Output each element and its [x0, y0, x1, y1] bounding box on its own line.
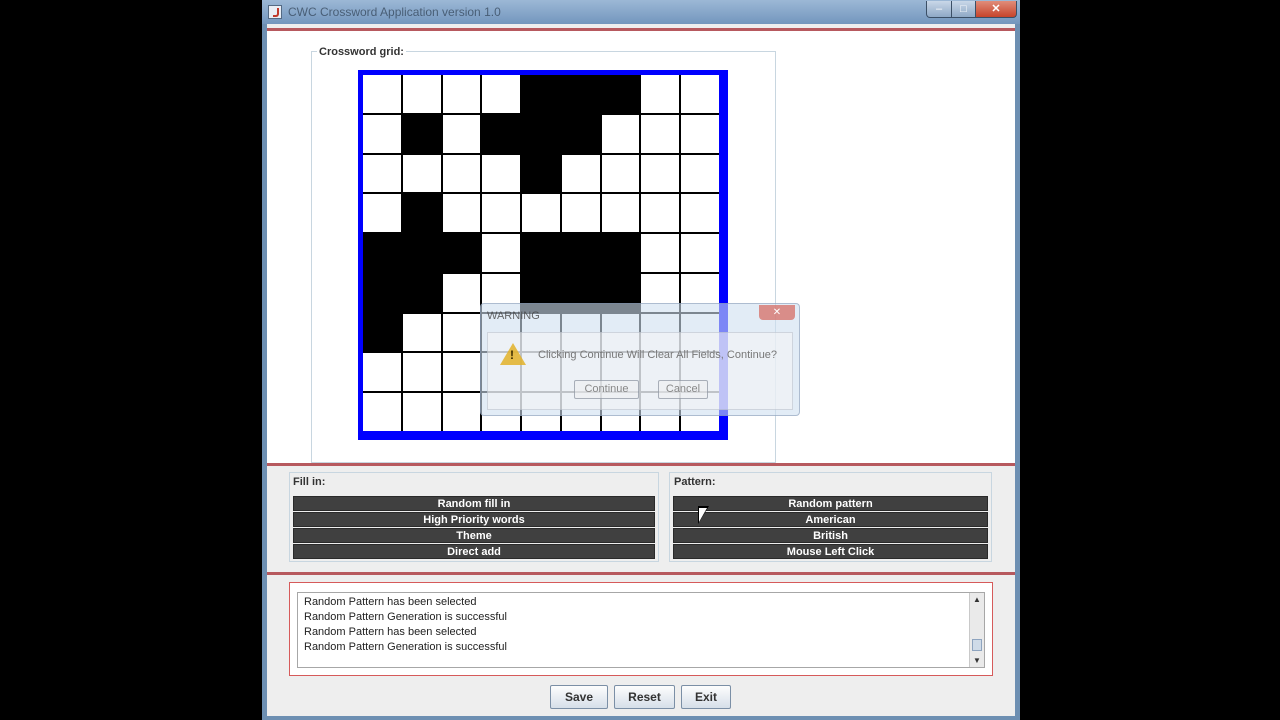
log-line: Random Pattern has been selected: [304, 626, 477, 638]
grid-cell-white[interactable]: [363, 75, 401, 113]
grid-cell-white[interactable]: [442, 114, 481, 153]
scroll-up-arrow-icon[interactable]: ▲: [970, 593, 984, 606]
exit-button[interactable]: Exit: [681, 685, 731, 709]
scroll-thumb[interactable]: [972, 639, 982, 651]
grid-cell-black[interactable]: [522, 114, 560, 153]
grid-cell-white[interactable]: [442, 194, 481, 233]
grid-cell-white[interactable]: [601, 194, 640, 233]
grid-cell-black[interactable]: [561, 234, 600, 272]
high-priority-words-button[interactable]: High Priority words: [293, 512, 655, 527]
mouse-left-click-button[interactable]: Mouse Left Click: [673, 544, 988, 559]
divider: [267, 572, 1015, 575]
grid-cell-white[interactable]: [681, 154, 719, 193]
grid-cell-black[interactable]: [601, 75, 640, 113]
grid-cell-white[interactable]: [402, 313, 441, 352]
pattern-label: Pattern:: [674, 476, 716, 488]
grid-cell-black[interactable]: [522, 234, 560, 272]
grid-cell-white[interactable]: [442, 313, 481, 352]
window-title: CWC Crossword Application version 1.0: [288, 5, 501, 19]
grid-cell-white[interactable]: [482, 75, 521, 113]
grid-cell-white[interactable]: [601, 114, 640, 153]
log-line: Random Pattern has been selected: [304, 596, 477, 608]
grid-cell-black[interactable]: [442, 234, 481, 272]
grid-cell-white[interactable]: [402, 353, 441, 392]
grid-cell-white[interactable]: [561, 154, 600, 193]
reset-button[interactable]: Reset: [614, 685, 675, 709]
mouse-cursor-icon: [698, 506, 709, 524]
grid-cell-black[interactable]: [522, 75, 560, 113]
direct-add-button[interactable]: Direct add: [293, 544, 655, 559]
minimize-button[interactable]: –: [926, 1, 952, 18]
grid-cell-black[interactable]: [601, 234, 640, 272]
grid-label: Crossword grid:: [317, 46, 406, 58]
grid-cell-black[interactable]: [561, 114, 600, 153]
grid-cell-white[interactable]: [681, 114, 719, 153]
grid-cell-white[interactable]: [482, 194, 521, 233]
maximize-button[interactable]: □: [951, 1, 976, 18]
grid-cell-black[interactable]: [482, 114, 521, 153]
dialog-body: ! Clicking Continue Will Clear All Field…: [487, 332, 793, 410]
log-textarea[interactable]: Random Pattern has been selected Random …: [297, 592, 985, 668]
save-button[interactable]: Save: [550, 685, 608, 709]
grid-cell-black[interactable]: [402, 194, 441, 233]
grid-cell-black[interactable]: [363, 234, 401, 272]
close-button[interactable]: ✕: [975, 1, 1017, 18]
grid-cell-white[interactable]: [363, 393, 401, 431]
random-pattern-button[interactable]: Random pattern: [673, 496, 988, 511]
grid-cell-white[interactable]: [561, 194, 600, 233]
dialog-close-button[interactable]: ✕: [759, 305, 795, 320]
cancel-button[interactable]: Cancel: [658, 380, 708, 399]
title-bar[interactable]: CWC Crossword Application version 1.0 – …: [262, 0, 1020, 24]
fill-in-label: Fill in:: [293, 476, 326, 488]
log-line: Random Pattern Generation is successful: [304, 641, 507, 653]
grid-cell-white[interactable]: [402, 75, 441, 113]
grid-cell-white[interactable]: [363, 154, 401, 193]
divider: [267, 463, 1015, 466]
grid-cell-black[interactable]: [402, 114, 441, 153]
grid-cell-black[interactable]: [402, 234, 441, 272]
grid-cell-white[interactable]: [442, 75, 481, 113]
grid-cell-black[interactable]: [402, 273, 441, 312]
american-button[interactable]: American: [673, 512, 988, 527]
grid-cell-black[interactable]: [561, 75, 600, 113]
grid-cell-white[interactable]: [681, 234, 719, 272]
grid-cell-white[interactable]: [641, 114, 680, 153]
log-scrollbar[interactable]: ▲ ▼: [969, 593, 984, 667]
grid-cell-white[interactable]: [641, 154, 680, 193]
grid-cell-white[interactable]: [363, 353, 401, 392]
grid-cell-black[interactable]: [363, 273, 401, 312]
grid-cell-white[interactable]: [442, 273, 481, 312]
grid-cell-white[interactable]: [442, 393, 481, 431]
random-fill-in-button[interactable]: Random fill in: [293, 496, 655, 511]
grid-cell-white[interactable]: [363, 114, 401, 153]
grid-cell-white[interactable]: [442, 353, 481, 392]
grid-cell-white[interactable]: [363, 194, 401, 233]
grid-cell-white[interactable]: [402, 393, 441, 431]
grid-cell-white[interactable]: [482, 154, 521, 193]
scroll-down-arrow-icon[interactable]: ▼: [970, 654, 984, 667]
grid-cell-white[interactable]: [641, 234, 680, 272]
grid-cell-white[interactable]: [482, 234, 521, 272]
dialog-title: WARNING: [487, 310, 540, 322]
grid-cell-white[interactable]: [641, 194, 680, 233]
warning-icon-mark: !: [510, 348, 514, 362]
grid-cell-white[interactable]: [402, 154, 441, 193]
dialog-message: Clicking Continue Will Clear All Fields,…: [538, 349, 778, 361]
warning-dialog: WARNING ✕ ! Clicking Continue Will Clear…: [480, 303, 800, 416]
grid-cell-white[interactable]: [641, 75, 680, 113]
theme-button[interactable]: Theme: [293, 528, 655, 543]
british-button[interactable]: British: [673, 528, 988, 543]
continue-button[interactable]: Continue: [574, 380, 639, 399]
log-line: Random Pattern Generation is successful: [304, 611, 507, 623]
grid-cell-black[interactable]: [363, 313, 401, 352]
grid-cell-white[interactable]: [601, 154, 640, 193]
grid-cell-white[interactable]: [442, 154, 481, 193]
grid-cell-white[interactable]: [681, 75, 719, 113]
grid-cell-black[interactable]: [522, 154, 560, 193]
grid-cell-white[interactable]: [522, 194, 560, 233]
java-app-icon: [268, 5, 282, 19]
grid-cell-white[interactable]: [681, 194, 719, 233]
